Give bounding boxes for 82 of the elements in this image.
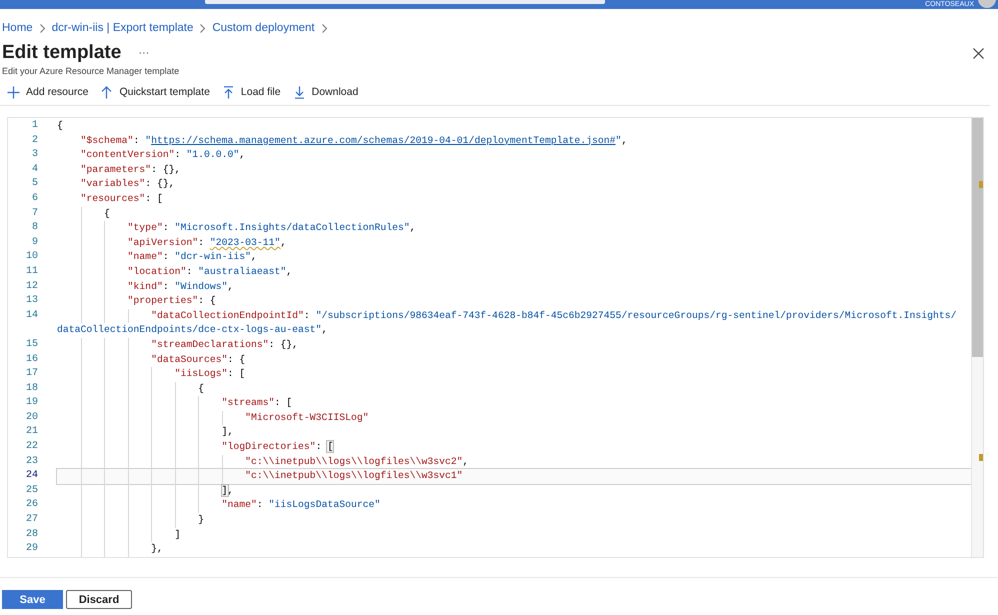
code-line: dataCollectionEndpoints/dce-ctx-logs-au-east", [57,323,328,338]
code-line: { [57,206,971,222]
code-line: "location": "australiaeast", [57,264,971,280]
code-line: ] [57,528,971,542]
discard-button[interactable]: Discard [66,590,132,609]
toolbar-button[interactable]: Load file [222,86,293,98]
code-line: "variables": {}, [80,177,176,192]
line-number: 15 [24,338,39,352]
code-line: "$schema": "https://schema.management.azure.com/schemas/2019-04-01/deploymentTemplate.json#", [80,134,628,148]
line-number: 6 [30,192,39,206]
line-number: 18 [24,382,39,396]
line-number: 16 [24,352,39,366]
breadcrumb-link[interactable]: dcr-win-iis | Export template [52,22,194,34]
line-number: 14 [24,308,39,323]
line-number: 3 [30,148,39,162]
line-number: 26 [24,498,39,512]
line-number: 22 [24,440,39,454]
code-line: "properties": { [57,294,971,309]
code-line: "apiVersion": "2023-03-11", [57,236,971,250]
line-number: 10 [24,250,39,264]
breadcrumb-link[interactable]: Custom deployment [212,22,315,34]
toolbar-button[interactable]: Download [292,86,370,98]
line-number: 9 [30,236,39,250]
arrow-up-icon [100,86,114,98]
line-number: 5 [30,177,39,192]
line-number: 7 [30,206,39,221]
chevron-right-icon [38,24,46,32]
code-line: "iisLogs": [ [57,367,971,382]
line-number: 4 [30,162,39,177]
line-number: 20 [24,410,39,425]
line-number: 24 [24,469,39,484]
page-title: Edit template [2,42,122,64]
toolbar-button[interactable]: Add resource [7,86,100,98]
code-line: "streamDeclarations": {}, [57,338,971,352]
chevron-right-icon [199,24,206,32]
scrollbar-thumb[interactable] [972,118,983,357]
plus-icon [7,86,20,98]
chevron-right-icon [320,24,328,32]
code-line: "dataCollectionEndpointId": "/subscriptions/98634eaf-743f-4628-b84f-45c6b2927455/resourceGroups/rg-sentinel/providers/Microsoft.Insights/ [57,308,971,324]
line-number: 12 [24,280,39,294]
code-line: "logDirectories": [ [57,440,971,455]
overview-marker [979,181,983,188]
code-line: "parameters": {}, [80,162,182,177]
close-icon[interactable] [973,48,984,58]
code-line: }, [57,542,971,557]
breadcrumb-link[interactable]: Home [2,22,33,34]
line-number: 13 [24,294,39,308]
code-line: ], [57,425,971,440]
code-line: ], [57,484,971,498]
line-number: 19 [24,396,39,410]
code-line: "resources": [ [80,192,164,206]
code-line: "dataSources": { [57,352,971,368]
overview-marker [979,454,983,461]
line-number: 8 [30,221,39,236]
download-icon [292,86,306,98]
line-number: 29 [24,542,39,556]
scrollbar[interactable] [971,118,983,557]
line-number: 21 [24,425,39,440]
more-button[interactable]: ··· [138,47,150,59]
code-line: "contentVersion": "1.0.0.0", [80,148,246,162]
code-line: "streams": [ [57,396,971,411]
line-number: 27 [24,513,39,528]
line-number: 17 [24,367,39,382]
code-line: "name": "dcr-win-iis", [57,250,971,265]
page-subtitle: Edit your Azure Resource Manager template [1,65,180,76]
line-number: 2 [30,134,39,148]
code-line: { [57,119,64,133]
code-line: } [57,513,971,528]
line-number: 1 [30,119,39,133]
toolbar-button[interactable]: Quickstart template [100,86,222,98]
line-number: 23 [24,454,39,469]
line-number: 25 [24,484,39,498]
code-line: { [57,382,971,396]
line-number: 28 [24,528,39,542]
save-button[interactable]: Save [2,590,63,609]
code-editor[interactable] [7,117,984,558]
upload-icon [222,86,235,98]
code-line: "kind": "Windows", [57,280,971,294]
code-line: "name": "iisLogsDataSource" [57,498,971,514]
line-number: 11 [24,264,39,279]
code-line: "type": "Microsoft.Insights/dataCollectionRules", [57,221,971,236]
code-line: "Microsoft-W3CIISLog" [57,410,971,426]
